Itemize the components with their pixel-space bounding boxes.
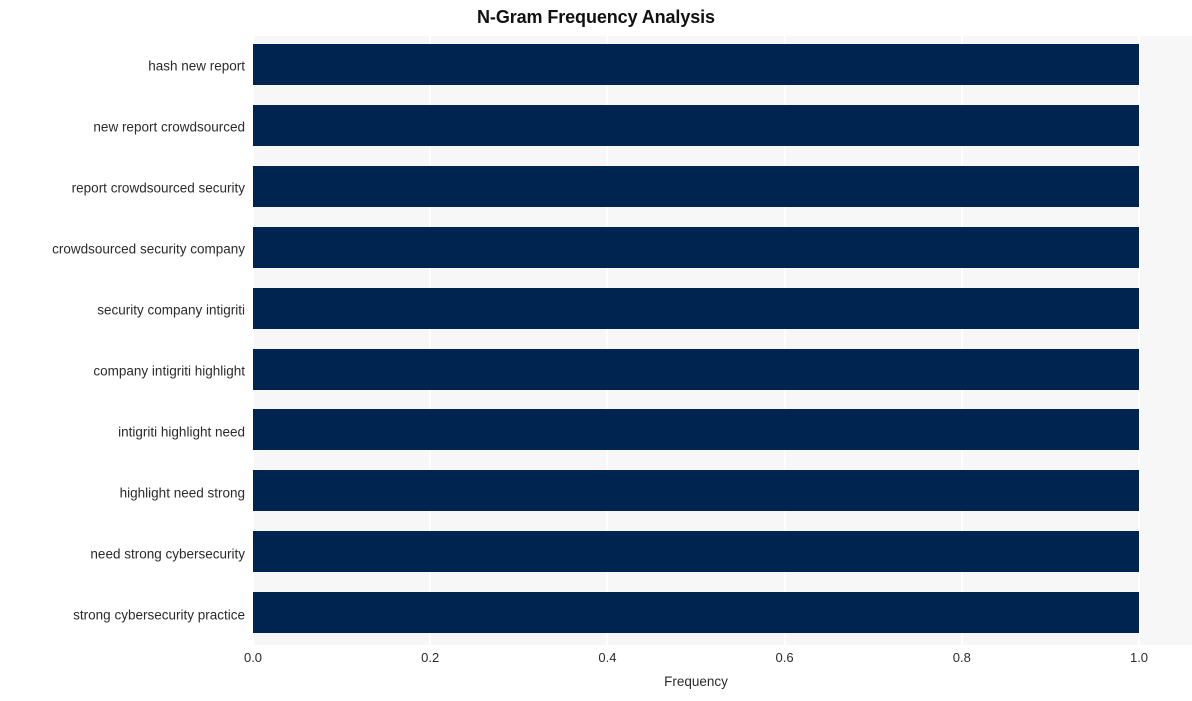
- y-axis-tick-label: new report crowdsourced: [93, 119, 245, 135]
- bar: [253, 226, 1139, 268]
- bar: [253, 409, 1139, 451]
- y-axis-tick-label: company intigriti highlight: [93, 363, 245, 379]
- bar: [253, 348, 1139, 390]
- x-axis-tick-label: 1.0: [1129, 650, 1149, 665]
- bar-row: [253, 401, 1192, 459]
- x-axis-tick-label: 0.2: [421, 650, 440, 665]
- x-axis-tick-label: 0.0: [243, 650, 263, 665]
- y-axis-tick-label: report crowdsourced security: [71, 180, 245, 196]
- bar-row: [253, 158, 1192, 216]
- bar: [253, 531, 1139, 573]
- x-axis-tick-label: 0.4: [598, 650, 617, 665]
- y-axis-tick-label: need strong cybersecurity: [90, 546, 245, 562]
- bar: [253, 165, 1139, 207]
- x-axis-title: Frequency: [664, 674, 728, 689]
- bar-row: [253, 341, 1192, 399]
- bar: [253, 44, 1139, 85]
- bar-series: [253, 36, 1192, 645]
- plot-area: [252, 36, 1192, 645]
- y-axis-tick-label: highlight need strong: [119, 485, 245, 501]
- bar: [253, 104, 1139, 146]
- y-axis-tick-label: security company intigriti: [97, 302, 245, 318]
- y-axis-tick-label: intigriti highlight need: [118, 424, 245, 440]
- bar-row: [253, 280, 1192, 338]
- y-axis-tick-label: hash new report: [148, 58, 245, 74]
- bar: [253, 287, 1139, 329]
- x-axis-tick-label: 0.6: [775, 650, 794, 665]
- bar: [253, 470, 1139, 512]
- bar-row: [253, 523, 1192, 581]
- chart-figure: N-Gram Frequency Analysis hash new repor…: [0, 0, 1192, 701]
- y-axis-tick-labels: hash new report new report crowdsourced re…: [0, 36, 245, 645]
- bar-row: [253, 36, 1192, 94]
- y-axis-tick-label: crowdsourced security company: [52, 241, 245, 257]
- bar-row: [253, 219, 1192, 277]
- y-axis-tick-label: strong cybersecurity practice: [73, 607, 245, 623]
- bar-row: [253, 584, 1192, 642]
- bar: [253, 592, 1139, 634]
- bar-row: [253, 97, 1192, 155]
- bar-row: [253, 462, 1192, 520]
- x-axis-tick-labels: 0.0 0.2 0.4 0.6 0.8 1.0: [244, 650, 1192, 670]
- x-axis-tick-label: 0.8: [952, 650, 971, 665]
- chart-title: N-Gram Frequency Analysis: [477, 7, 715, 27]
